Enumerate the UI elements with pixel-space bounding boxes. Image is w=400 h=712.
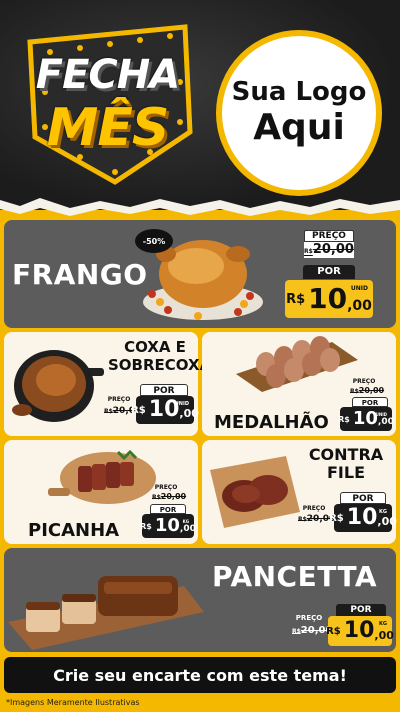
picanha-old-price-value: 20,00	[160, 492, 187, 501]
product-name-pancetta: PANCETTA	[212, 560, 378, 593]
picanha-por-label: POR	[150, 504, 186, 514]
frango-currency: R$	[286, 291, 306, 307]
fecha-mes-badge: FECHA MÊS	[20, 22, 195, 192]
badge-title-line2: MÊS	[46, 98, 170, 158]
coxa-new-price: R$ 10 ,00 UNID	[131, 396, 199, 424]
product-name-contrafile-line1: CONTRA	[308, 445, 384, 464]
disclaimer-text: *Imagens Meramente Ilustrativas	[6, 698, 140, 707]
product-name-medalhao: MEDALHÃO	[214, 412, 329, 433]
frango-unit: UNID	[350, 285, 368, 292]
medalhao-new-price: R$ 10 ,00 UNID	[338, 407, 394, 431]
coxa-por-label: POR	[140, 384, 188, 396]
contrafile-old-price: R$20,00	[298, 514, 335, 526]
pancetta-currency: R$	[326, 625, 341, 637]
product-name-picanha: PICANHA	[28, 520, 120, 541]
coxa-currency: R$	[131, 404, 146, 416]
pancetta-price-int: 10	[343, 618, 375, 643]
header-banner: FECHA MÊS Sua Logo Aqui	[0, 0, 400, 210]
medalhao-old-currency: R$	[350, 388, 359, 395]
medalhao-old-price-value: 20,00	[358, 386, 385, 395]
medalhao-unit: UNID	[375, 412, 387, 417]
medalhao-price-dec: ,00	[377, 417, 394, 427]
picanha-price-dec: ,00	[179, 524, 196, 534]
contrafile-unit: KG	[379, 509, 387, 515]
logo-text-line2: Aqui	[253, 107, 345, 148]
coxa-preco-label: PREÇO	[107, 396, 131, 403]
product-name-contrafile-line2: FILE	[326, 463, 365, 482]
logo-text-line1: Sua Logo	[231, 77, 367, 107]
picanha-image	[48, 449, 156, 504]
contrafile-old-currency: R$	[298, 516, 307, 523]
product-name-frango: FRANGO	[12, 258, 148, 291]
torn-paper-edge	[0, 198, 400, 216]
frango-new-price: R$ 10 ,00 UNID	[285, 280, 373, 318]
coxa-image	[12, 350, 104, 422]
pancetta-price-dec: ,00	[374, 629, 394, 642]
product-name-coxa-line2: SOBRECOXA	[108, 356, 212, 374]
pancetta-old-currency: R$	[292, 628, 301, 635]
coxa-old-currency: R$	[104, 408, 113, 415]
frango-price-dec: ,00	[347, 298, 372, 314]
pancetta-old-price: R$20,00	[292, 625, 332, 639]
frango-preco-label: PREÇO	[304, 230, 354, 242]
product-name-coxa-line1: COXA E	[124, 338, 186, 356]
contrafile-preco-label: PREÇO	[302, 505, 326, 512]
pancetta-por-label: POR	[336, 604, 386, 616]
pancetta-new-price: R$ 10 ,00 KG	[326, 616, 394, 646]
picanha-old-price: R$20,00	[152, 492, 186, 503]
picanha-currency: R$	[140, 521, 152, 531]
medalhao-old-price: R$20,00	[350, 386, 384, 397]
medalhao-currency: R$	[338, 414, 350, 424]
cta-banner[interactable]: Crie seu encarte com este tema!	[4, 657, 396, 693]
frango-old-currency: R$	[304, 248, 313, 255]
medalhao-image	[236, 336, 358, 392]
picanha-new-price: R$ 10 ,00 KG	[140, 514, 196, 538]
badge-title-line1: FECHA	[35, 52, 180, 98]
frango-old-price: R$20,00	[304, 242, 354, 258]
discount-badge: -50%	[135, 229, 173, 253]
logo-placeholder[interactable]: Sua Logo Aqui	[216, 30, 382, 196]
coxa-unit: UNID	[174, 401, 189, 407]
coxa-price-dec: ,00	[179, 407, 199, 420]
contrafile-price-int: 10	[346, 505, 378, 530]
frango-price-int: 10	[308, 282, 348, 315]
picanha-price-int: 10	[154, 515, 180, 536]
frango-por-label: POR	[303, 265, 355, 279]
contra-file-image	[210, 456, 300, 528]
picanha-unit: KG	[182, 519, 189, 524]
contrafile-price-dec: ,00	[377, 515, 397, 528]
pancetta-preco-label: PREÇO	[295, 614, 323, 622]
picanha-old-currency: R$	[152, 494, 161, 501]
contrafile-por-label: POR	[340, 492, 386, 504]
frango-old-price-value: 20,00	[312, 242, 354, 257]
contrafile-new-price: R$ 10 ,00 KG	[329, 504, 397, 532]
medalhao-price-int: 10	[352, 408, 378, 429]
pancetta-image	[8, 576, 204, 650]
contrafile-currency: R$	[329, 512, 344, 524]
medalhao-por-label: POR	[352, 397, 388, 407]
pancetta-unit: KG	[379, 621, 387, 627]
